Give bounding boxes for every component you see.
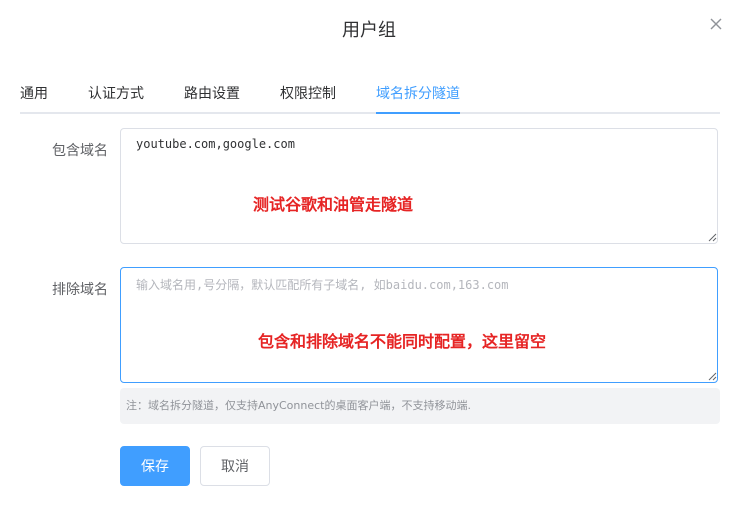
- close-button[interactable]: [706, 14, 726, 34]
- include-domains-label: 包含域名: [52, 143, 108, 159]
- resize-grip-icon[interactable]: [707, 232, 717, 242]
- include-annotation: 测试谷歌和油管走隧道: [253, 195, 414, 214]
- tab-domain-split-tunnel[interactable]: 域名拆分隧道: [376, 84, 460, 104]
- cancel-button[interactable]: 取消: [200, 446, 270, 486]
- include-domains-input[interactable]: youtube.com,google.com: [120, 128, 718, 244]
- dialog-title: 用户组: [342, 20, 396, 41]
- tab-permission-control[interactable]: 权限控制: [280, 84, 336, 104]
- tab-route-settings[interactable]: 路由设置: [184, 84, 240, 104]
- exclude-domains-input[interactable]: [120, 267, 718, 383]
- tab-divider: [20, 112, 720, 114]
- exclude-annotation: 包含和排除域名不能同时配置，这里留空: [258, 332, 547, 351]
- exclude-domains-label: 排除域名: [52, 282, 108, 298]
- tab-bar: 通用 认证方式 路由设置 权限控制 域名拆分隧道: [20, 84, 720, 114]
- tab-auth-method[interactable]: 认证方式: [88, 84, 144, 104]
- resize-grip-icon[interactable]: [707, 371, 717, 381]
- tab-general[interactable]: 通用: [20, 84, 48, 104]
- save-button[interactable]: 保存: [120, 446, 190, 486]
- platform-note: 注：域名拆分隧道，仅支持AnyConnect的桌面客户端，不支持移动端.: [120, 388, 720, 424]
- close-icon: [710, 18, 722, 30]
- tab-active-indicator: [376, 112, 460, 114]
